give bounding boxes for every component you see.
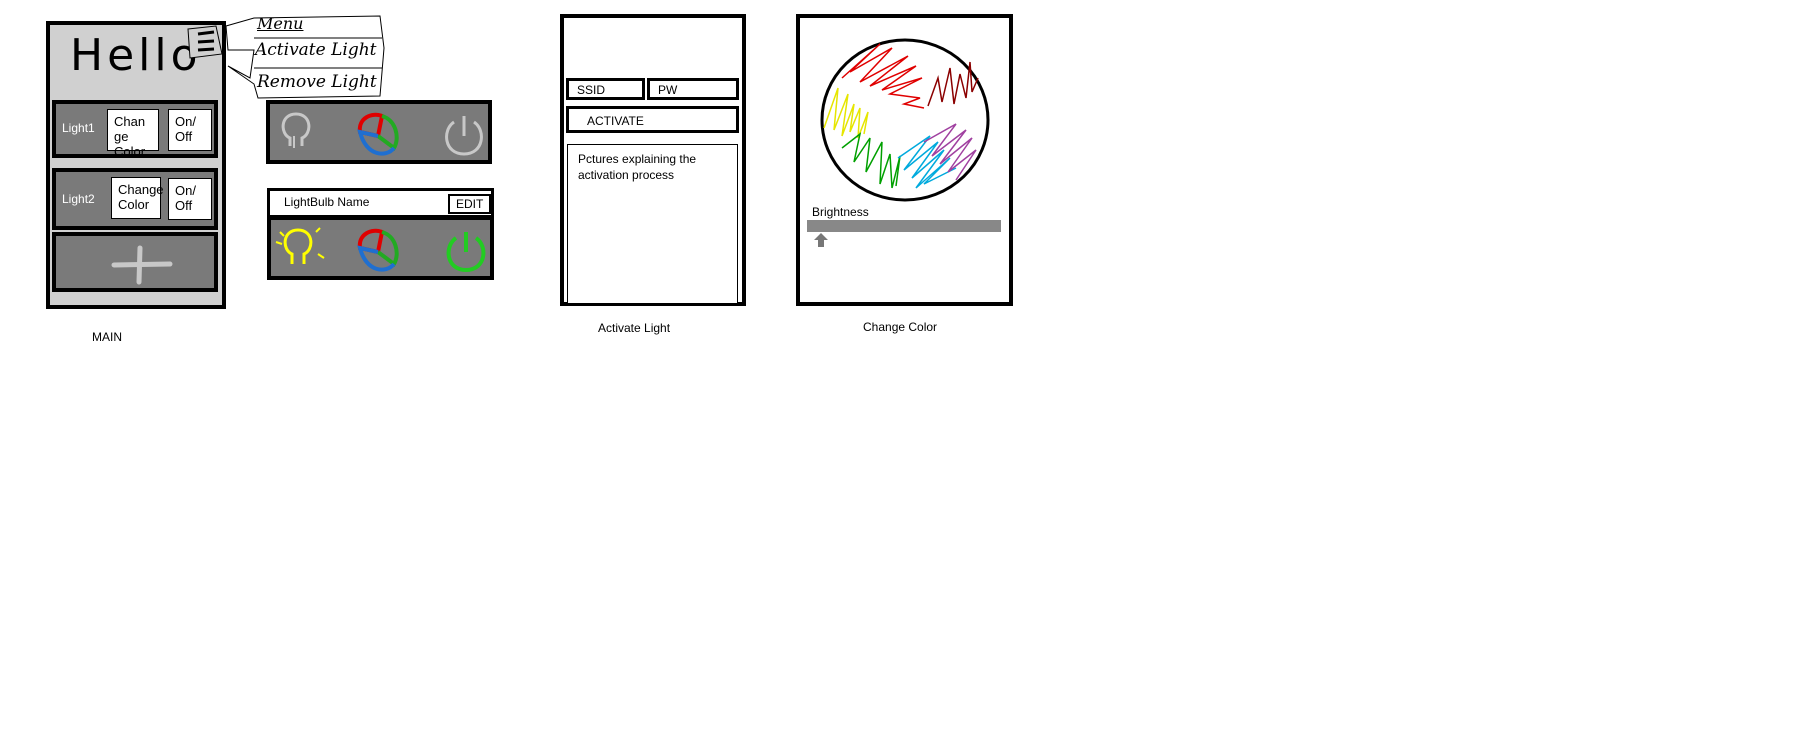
power-icon-shape [445,116,483,156]
color-wheel-scribble [820,38,990,202]
change-color-caption: Change Color [863,320,938,334]
ssid-field[interactable]: SSID [566,78,645,100]
power-icon[interactable] [440,110,490,160]
add-icon-shape [111,245,173,285]
power-on-shape [446,232,486,273]
bulb-icon-shape [281,112,311,148]
activate-button[interactable]: ACTIVATE [566,106,739,133]
main-caption: MAIN [92,330,122,344]
color-wheel[interactable] [820,38,990,202]
on-off-button-2[interactable]: On/ Off [168,178,212,220]
edit-button[interactable]: EDIT [448,194,492,214]
password-field[interactable]: PW [647,78,739,100]
greeting-title: Hello [70,30,202,81]
brightness-label: Brightness [812,205,869,219]
menu-item-remove-light[interactable]: Remove Light [257,72,377,92]
color-wheel-icon[interactable] [352,108,404,160]
on-off-button-1[interactable]: On/ Off [168,109,212,151]
bulb-on-icon[interactable] [274,224,328,272]
color-wheel-icon-2[interactable] [352,224,404,276]
activation-explanation-text: Pctures explaining the activation proces… [578,152,697,182]
lightbulb-name: LightBulb Name [284,195,370,209]
bulb-on-shape [275,227,325,264]
menu-item-menu[interactable]: Menu [257,14,303,33]
change-color-button-2[interactable]: Change Color [111,177,164,219]
add-icon [110,244,173,285]
light-name-2: Light2 [62,192,95,206]
change-color-button-1[interactable]: Change Color [107,109,159,159]
bulb-icon[interactable] [278,108,318,156]
activate-light-caption: Activate Light [598,321,671,335]
color-wheel-shape-2 [357,228,399,272]
power-on-icon[interactable] [442,226,492,276]
slider-handle-arrow [814,233,828,247]
brightness-slider-track[interactable] [807,220,1001,232]
menu-item-activate-light[interactable]: Activate Light [255,40,377,60]
brightness-slider-handle[interactable] [813,232,829,248]
color-wheel-shape [357,112,399,156]
light-name-1: Light1 [62,121,95,135]
activation-explanation-box: Pctures explaining the activation proces… [567,144,738,304]
